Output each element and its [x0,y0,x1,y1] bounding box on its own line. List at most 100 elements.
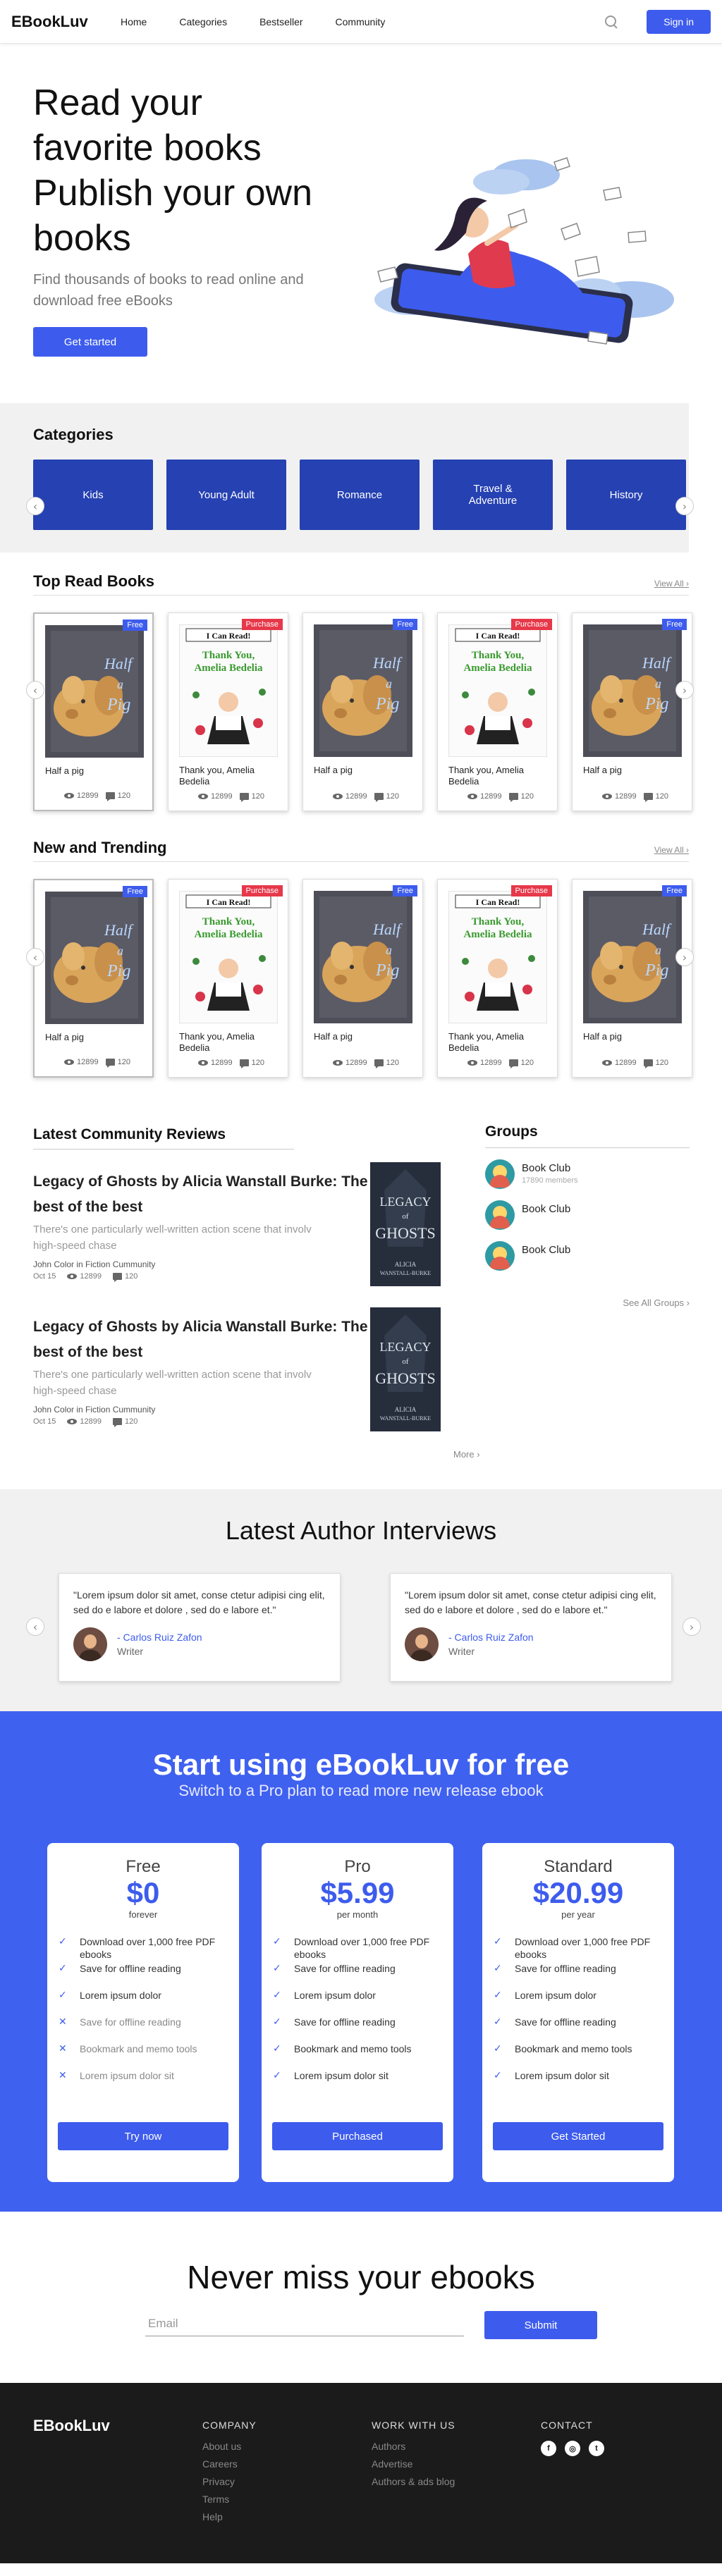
book-card[interactable]: Purchase I Can Read! Thank You, Amelia Bede… [168,879,288,1078]
book-card[interactable]: Purchase I Can Read! Thank You, Amelia Bede… [437,612,558,811]
book-card[interactable]: Purchase I Can Read! Thank You, Amelia Bede… [168,612,288,811]
book-cover[interactable]: I Can Read!Thank You,Amelia Bedelia [448,891,547,1023]
hero-title: Read your favorite books Publish your ow… [33,80,357,261]
interview-card[interactable]: "Lorem ipsum dolor sit amet, conse ctetu… [390,1573,672,1682]
nav-categories[interactable]: Categories [179,16,227,27]
review-heading[interactable]: Legacy of Ghosts by Alicia Wanstall Burk… [33,1169,372,1220]
author-avatar [73,1627,107,1661]
view-all-link[interactable]: View All › [654,579,689,588]
footer-link[interactable]: About us [202,2438,257,2455]
author-name[interactable]: - Carlos Ruiz Zafon [448,1632,534,1643]
book-cover[interactable]: I Can Read!Thank You,Amelia Bedelia [179,624,278,757]
purchase-badge[interactable]: Purchase [510,885,552,896]
logo[interactable]: EBookLuv [11,13,121,31]
review-views: 12899 [80,1272,102,1281]
nav-bestseller[interactable]: Bestseller [259,16,302,27]
purchase-badge[interactable]: Purchase [241,619,283,630]
book-card[interactable]: Free Half a Pig Half a pig 12899 120 [572,612,692,811]
footer-link[interactable]: Advertise [372,2455,455,2473]
review-card[interactable]: Legacy of Ghosts by Alicia Wanstall Burk… [33,1162,442,1293]
book-title[interactable]: Thank you, Amelia Bedelia [448,765,546,787]
footer-link[interactable]: Authors [372,2438,455,2455]
book-card[interactable]: Free Half a Pig Half a pig 12899 120 [302,612,423,811]
footer-link[interactable]: Careers [202,2455,257,2473]
interview-card[interactable]: "Lorem ipsum dolor sit amet, conse ctetu… [59,1573,341,1682]
book-views: 12899 [345,792,367,801]
view-all-link[interactable]: View All › [654,845,689,855]
plan-button[interactable]: Purchased [272,2122,443,2150]
category-kids[interactable]: Kids [33,460,153,530]
book-title[interactable]: Half a pig [314,765,412,787]
footer-logo[interactable]: EBookLuv [33,2417,110,2435]
book-card[interactable]: Free Half a Pig Half a pig 12899 120 [572,879,692,1078]
book-card[interactable]: Purchase I Can Read! Thank You, Amelia Bede… [437,879,558,1078]
plan-button[interactable]: Try now [58,2122,228,2150]
signin-button[interactable]: Sign in [647,9,711,34]
book-title[interactable]: Half a pig [45,1032,142,1054]
group-name[interactable]: Book Club [522,1162,578,1174]
book-title[interactable]: Half a pig [45,765,142,788]
email-field[interactable] [145,2311,464,2336]
book-card[interactable]: Free Half a Pig Half a pig 12899 120 [302,879,423,1078]
group-name[interactable]: Book Club [522,1244,570,1256]
footer-link[interactable]: Privacy [202,2473,257,2491]
chevron-right-icon[interactable]: › [675,681,694,699]
see-all-groups-link[interactable]: See All Groups › [485,1298,690,1308]
chevron-right-icon[interactable]: › [683,1617,701,1636]
nav-home[interactable]: Home [121,16,147,27]
footer-link[interactable]: Authors & ads blog [372,2473,455,2491]
eye-icon [602,794,612,799]
twitter-icon[interactable]: t [589,2441,604,2456]
book-title[interactable]: Half a pig [583,1031,681,1054]
chevron-right-icon[interactable]: › [675,497,694,515]
book-card[interactable]: Free Half a Pig Half a pig 12899 120 [33,879,154,1078]
book-cover[interactable]: Half a Pig [583,891,682,1023]
group-item[interactable]: Book Club [485,1200,690,1241]
get-started-button[interactable]: Get started [33,327,147,357]
chevron-left-icon[interactable]: ‹ [26,1617,44,1636]
review-book-cover[interactable]: LEGACY of GHOSTS ALICIA WANSTALL-BURKE [370,1307,441,1431]
review-card[interactable]: Legacy of Ghosts by Alicia Wanstall Burk… [33,1307,442,1438]
category-young-adult[interactable]: Young Adult [166,460,286,530]
footer-link[interactable]: Terms [202,2491,257,2508]
chevron-right-icon[interactable]: › [675,948,694,966]
purchase-badge[interactable]: Purchase [510,619,552,630]
purchase-badge[interactable]: Purchase [241,885,283,896]
category-history[interactable]: History [566,460,686,530]
facebook-icon[interactable]: f [541,2441,556,2456]
instagram-icon[interactable]: ◎ [565,2441,580,2456]
category-romance[interactable]: Romance [300,460,420,530]
reviews-column: Latest Community Reviews Legacy of Ghost… [33,1126,442,1438]
book-title[interactable]: Thank you, Amelia Bedelia [179,765,277,787]
more-reviews-link[interactable]: More › [453,1449,480,1460]
book-title[interactable]: Thank you, Amelia Bedelia [448,1031,546,1054]
category-travel-adventure[interactable]: Travel & Adventure [433,460,553,530]
review-heading[interactable]: Legacy of Ghosts by Alicia Wanstall Burk… [33,1314,372,1365]
group-item[interactable]: Book Club [485,1241,690,1282]
cover-title-text: Amelia Bedelia [463,929,532,940]
submit-button[interactable]: Submit [484,2311,597,2339]
book-cover[interactable]: I Can Read!Thank You,Amelia Bedelia [448,624,547,757]
plan-button[interactable]: Get Started [493,2122,663,2150]
book-cover[interactable]: Half a Pig [45,625,144,758]
review-book-cover[interactable]: LEGACY of GHOSTS ALICIA WANSTALL-BURKE [370,1162,441,1286]
book-title[interactable]: Half a pig [314,1031,412,1054]
author-name[interactable]: - Carlos Ruiz Zafon [117,1632,202,1643]
footer-link[interactable]: Help [202,2508,257,2526]
nav-community[interactable]: Community [336,16,386,27]
group-item[interactable]: Book Club 17890 members [485,1159,690,1200]
group-name[interactable]: Book Club [522,1203,570,1215]
book-cover[interactable]: Half a Pig [583,624,682,757]
book-cover[interactable]: Half a Pig [45,892,144,1024]
chevron-left-icon[interactable]: ‹ [26,497,44,515]
book-stats: 12899 120 [198,792,264,802]
book-cover[interactable]: I Can Read!Thank You,Amelia Bedelia [179,891,278,1023]
book-cover[interactable]: Half a Pig [314,891,412,1023]
search-icon[interactable] [604,15,618,29]
chevron-left-icon[interactable]: ‹ [26,948,44,966]
book-card[interactable]: Free Half a Pig Half a pig 12899 120 [33,612,154,811]
book-cover[interactable]: Half a Pig [314,624,412,757]
book-title[interactable]: Thank you, Amelia Bedelia [179,1031,277,1054]
book-title[interactable]: Half a pig [583,765,681,787]
chevron-left-icon[interactable]: ‹ [26,681,44,699]
